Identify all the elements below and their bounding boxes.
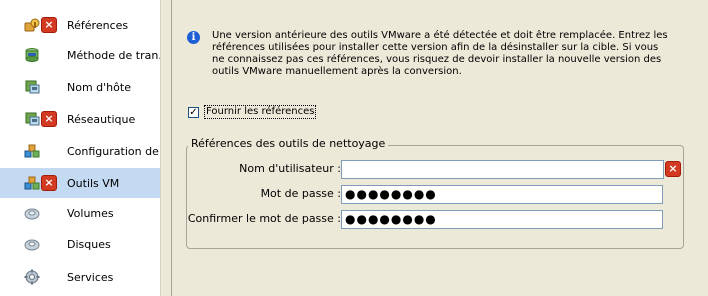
info-message: Une version antérieure des outils VMware… [212, 30, 668, 77]
sidebar-item-volumes[interactable]: Volumes [0, 198, 160, 228]
sidebar-item-label: Références [67, 18, 129, 32]
services-icon [24, 269, 40, 285]
sidebar-item-services[interactable]: Services [0, 262, 160, 292]
username-label: Nom d'utilisateur : [239, 162, 341, 175]
password-row: Mot de passe : ●●●●●●●● [172, 184, 708, 206]
network-icon [25, 112, 40, 126]
provide-credentials-label[interactable]: Fournir les références [204, 105, 317, 119]
sidebar-item-vm-tools[interactable]: × Outils VM [0, 168, 160, 198]
error-icon: × [41, 175, 57, 191]
transfer-method-icon [25, 48, 39, 62]
disks-icon [24, 239, 40, 251]
confirm-password-field[interactable]: ●●●●●●●● [341, 210, 663, 229]
sidebar-item-label: Méthode de tran... [67, 48, 169, 62]
sidebar-item-label: Nom d'hôte [67, 80, 131, 94]
sidebar-item-label: Réseautique [67, 112, 136, 126]
sidebar-item-hostname[interactable]: Nom d'hôte [0, 72, 160, 102]
username-field[interactable] [341, 160, 664, 179]
confirm-password-label: Confirmer le mot de passe : [187, 212, 341, 225]
group-legend: Références des outils de nettoyage [188, 137, 389, 150]
sidebar-item-label: Volumes [67, 206, 114, 220]
vm-tools-page: i Une version antérieure des outils VMwa… [172, 0, 708, 296]
info-icon: i [187, 31, 200, 44]
sidebar-item-configuration[interactable]: Configuration de... [0, 136, 169, 166]
sidebar-item-transfer-method[interactable]: Méthode de tran... [0, 40, 169, 70]
error-icon: × [665, 161, 681, 177]
wizard-sidebar: × Références Méthode de tran... Nom d'hô… [0, 0, 169, 296]
sidebar-item-label: Outils VM [67, 176, 120, 190]
references-icon [24, 18, 40, 32]
error-icon: × [41, 111, 57, 127]
vm-tools-icon [24, 176, 40, 190]
provide-credentials-checkbox[interactable]: ✓ [188, 106, 199, 118]
hostname-icon [25, 80, 40, 94]
error-icon: × [41, 17, 57, 33]
sidebar-item-network[interactable]: × Réseautique [0, 104, 160, 134]
sidebar-item-references[interactable]: × Références [0, 10, 160, 40]
password-label: Mot de passe : [260, 187, 341, 200]
configuration-icon [24, 144, 40, 158]
password-field[interactable]: ●●●●●●●● [341, 185, 663, 204]
sidebar-item-label: Disques [67, 237, 111, 251]
volumes-icon [24, 208, 40, 220]
sidebar-item-disks[interactable]: Disques [0, 229, 160, 259]
confirm-password-row: Confirmer le mot de passe : ●●●●●●●● [172, 209, 708, 231]
sidebar-item-label: Configuration de... [67, 144, 170, 158]
provide-credentials-row[interactable]: ✓ Fournir les références [188, 105, 317, 119]
sidebar-item-label: Services [67, 270, 114, 284]
username-row: Nom d'utilisateur : × [172, 159, 708, 181]
